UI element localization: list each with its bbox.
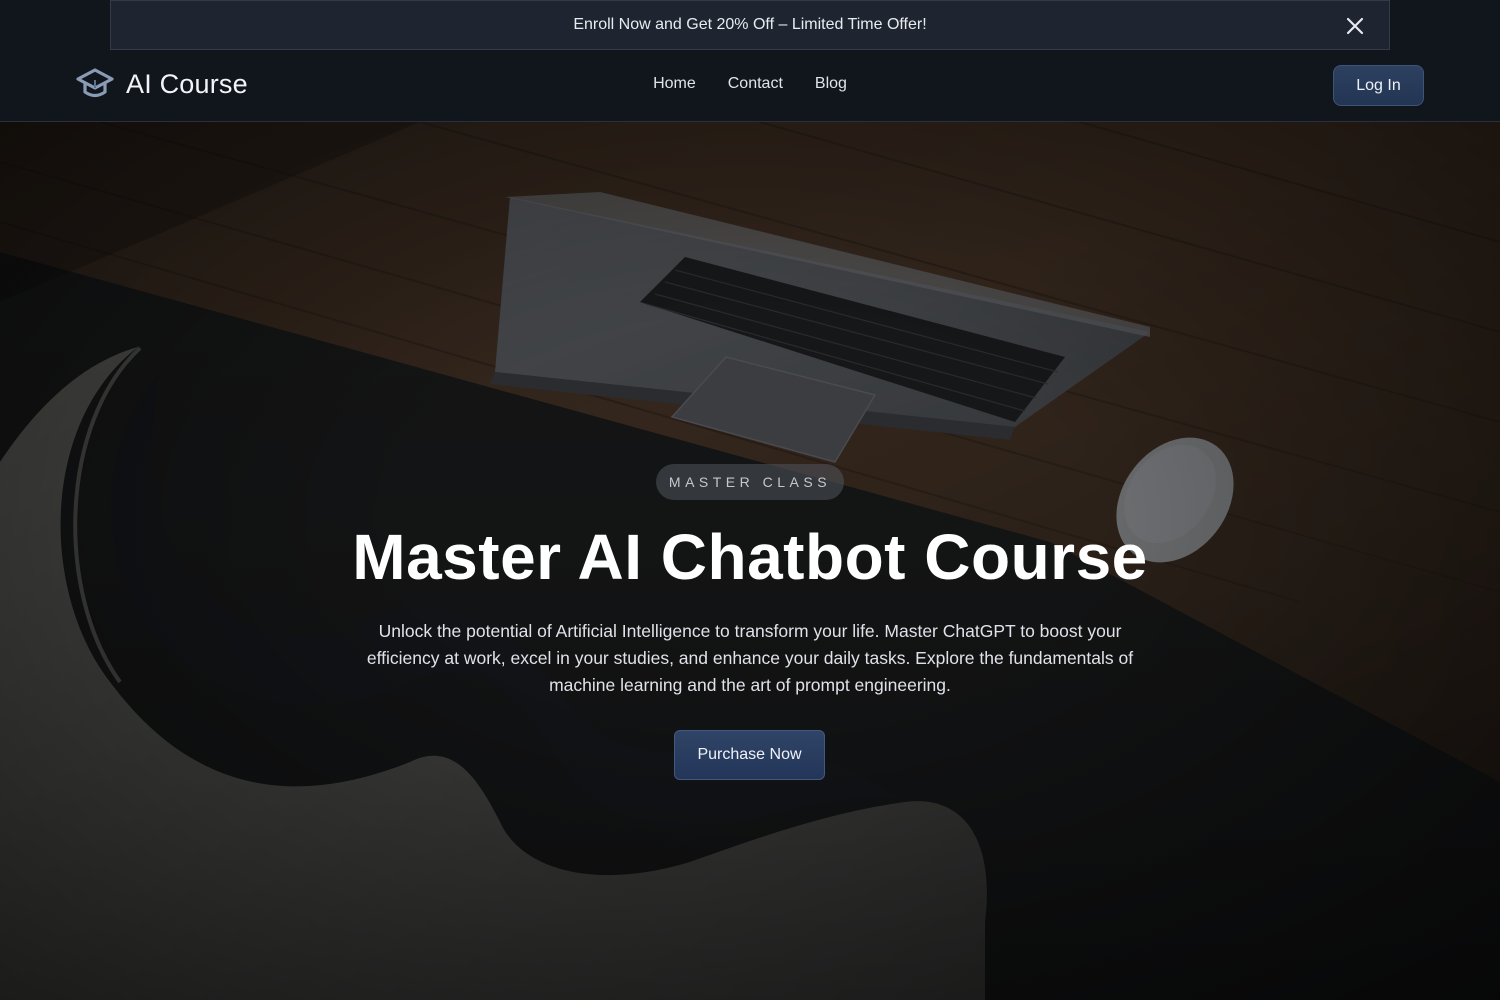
hero-description: Unlock the potential of Artificial Intel… bbox=[366, 621, 1134, 695]
login-button[interactable]: Log In bbox=[1333, 65, 1424, 106]
close-icon[interactable] bbox=[1343, 14, 1367, 38]
promo-text: Enroll Now and Get 20% Off – Limited Tim… bbox=[573, 16, 927, 33]
nav-link-home[interactable]: Home bbox=[653, 75, 696, 93]
site-header: Enroll Now and Get 20% Off – Limited Tim… bbox=[0, 0, 1500, 122]
master-class-badge: MASTER CLASS bbox=[656, 464, 844, 500]
purchase-now-button[interactable]: Purchase Now bbox=[674, 730, 825, 780]
main-nav: AI Course Home Contact Blog Log In bbox=[0, 50, 1500, 122]
nav-link-blog[interactable]: Blog bbox=[815, 75, 847, 93]
hero-content: MASTER CLASS Master AI Chatbot Course Un… bbox=[0, 122, 1500, 1000]
hero-title: Master AI Chatbot Course bbox=[352, 521, 1148, 593]
landing-page: Enroll Now and Get 20% Off – Limited Tim… bbox=[0, 0, 1500, 1000]
promo-banner: Enroll Now and Get 20% Off – Limited Tim… bbox=[110, 0, 1390, 50]
nav-links: Home Contact Blog bbox=[0, 75, 1500, 93]
nav-link-contact[interactable]: Contact bbox=[728, 75, 783, 93]
hero-section: MASTER CLASS Master AI Chatbot Course Un… bbox=[0, 122, 1500, 1000]
